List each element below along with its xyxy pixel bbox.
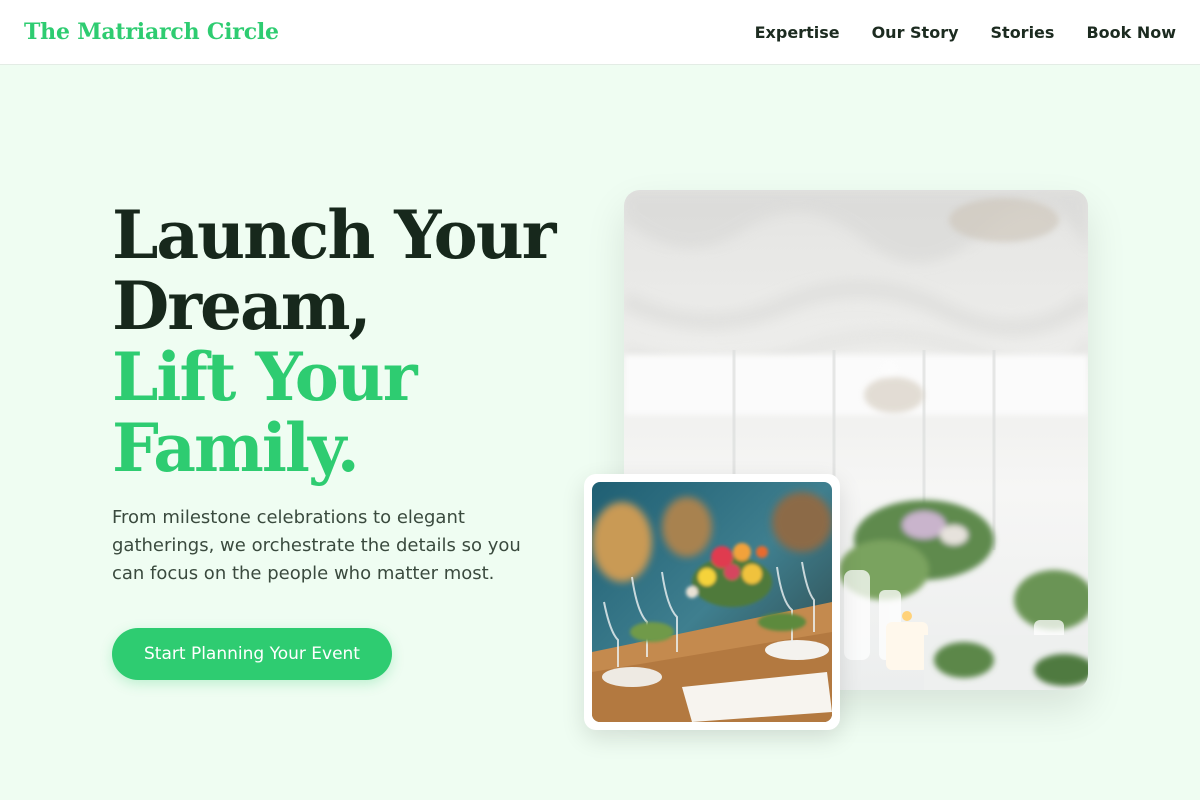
inset-photo-frame [584,474,840,730]
headline-line-1: Launch Your [112,196,556,274]
nav-expertise[interactable]: Expertise [755,23,840,42]
site-header: The Matriarch Circle Expertise Our Story… [0,0,1200,65]
hero-subtext: From milestone celebrations to elegant g… [112,507,521,584]
headline-line-2: Dream, [112,267,372,345]
hero-text: Launch Your Dream, Lift Your Family. Fro… [112,200,572,588]
table-setting-photo [592,482,832,722]
nav-stories[interactable]: Stories [991,23,1055,42]
headline-accent-1: Lift Your [112,338,418,416]
nav-our-story[interactable]: Our Story [872,23,959,42]
hero-headline: Launch Your Dream, Lift Your Family. [112,200,572,484]
brand-logo[interactable]: The Matriarch Circle [24,19,279,45]
main-nav: Expertise Our Story Stories Book Now [755,23,1176,42]
headline-accent-2: Family. [112,409,360,487]
nav-book-now[interactable]: Book Now [1086,23,1176,42]
start-planning-button[interactable]: Start Planning Your Event [112,628,392,680]
